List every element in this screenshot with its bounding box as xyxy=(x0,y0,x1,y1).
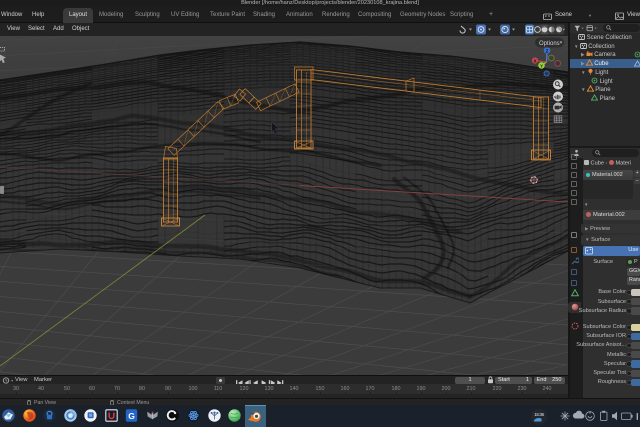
svg-text:Z: Z xyxy=(546,48,549,53)
svg-text:Y: Y xyxy=(540,63,543,68)
svg-text:Options: Options xyxy=(539,41,560,47)
svg-text:G: G xyxy=(128,411,135,421)
